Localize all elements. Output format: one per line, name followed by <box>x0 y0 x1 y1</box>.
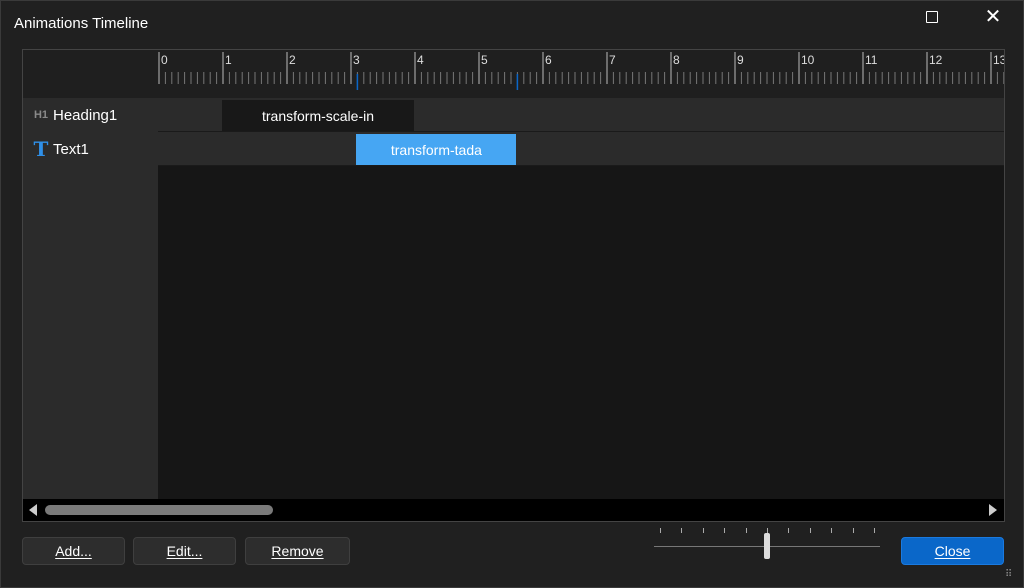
text-icon: T <box>33 137 49 161</box>
slider-tick <box>788 528 790 533</box>
close-button[interactable]: Close <box>901 537 1004 565</box>
animation-clip-transform-tada[interactable]: transform-tada <box>356 134 517 165</box>
layer-name: Text1 <box>53 140 89 158</box>
slider-tick <box>724 528 726 533</box>
timeline-tracks: transform-scale-in transform-tada <box>158 98 1004 499</box>
slider-tick <box>681 528 683 533</box>
window-title: Animations Timeline <box>14 15 149 32</box>
zoom-slider[interactable] <box>651 521 883 565</box>
slider-tick <box>809 528 811 533</box>
slider-tick <box>852 528 854 533</box>
track-row-text1: transform-tada <box>158 132 1004 166</box>
resize-grip-icon[interactable]: ⠿ <box>1005 569 1012 580</box>
ruler-label: 2 <box>289 53 296 67</box>
ruler-label: 7 <box>609 53 616 67</box>
close-icon: ✕ <box>984 6 1002 28</box>
close-window-button[interactable]: ✕ <box>970 1 1016 33</box>
ruler-label: 9 <box>737 53 744 67</box>
track-row-heading1: transform-scale-in <box>158 98 1004 132</box>
slider-tick <box>767 528 768 533</box>
maximize-icon <box>926 11 938 23</box>
title-bar: Animations Timeline ✕ <box>1 1 1023 39</box>
ruler-label: 5 <box>481 53 488 67</box>
animation-clip-transform-scale-in[interactable]: transform-scale-in <box>222 100 414 131</box>
ruler-label: 12 <box>929 53 943 67</box>
edit-button[interactable]: Edit... <box>133 537 236 565</box>
ruler-label: 6 <box>545 53 552 67</box>
ruler-label: 13 <box>993 53 1004 67</box>
timeline-panel: 012345678910111213 H1 Heading1 T Text1 t… <box>22 49 1005 522</box>
scroll-right-arrow-icon[interactable] <box>989 504 997 516</box>
heading-icon: H1 <box>33 109 49 121</box>
ruler-label: 4 <box>417 53 424 67</box>
layer-row-text1[interactable]: T Text1 <box>23 132 158 166</box>
slider-tick <box>831 528 833 533</box>
ruler-label: 8 <box>673 53 680 67</box>
slider-tick <box>745 528 747 533</box>
ruler-label: 3 <box>353 53 360 67</box>
ruler-label: 1 <box>225 53 232 67</box>
scroll-left-arrow-icon[interactable] <box>29 504 37 516</box>
slider-tick <box>874 528 875 533</box>
add-button[interactable]: Add... <box>22 537 125 565</box>
layer-name: Heading1 <box>53 106 118 124</box>
ruler-label: 10 <box>801 53 815 67</box>
time-ruler-area: 012345678910111213 <box>23 50 1004 99</box>
time-ruler[interactable]: 012345678910111213 <box>158 50 1004 98</box>
ruler-label: 0 <box>161 53 168 67</box>
slider-tick <box>702 528 704 533</box>
slider-tick <box>660 528 661 533</box>
ruler-label: 11 <box>865 53 878 67</box>
horizontal-scrollbar[interactable] <box>23 499 1004 521</box>
scrollbar-thumb[interactable] <box>45 505 273 515</box>
slider-thumb[interactable] <box>764 533 770 559</box>
layer-list: H1 Heading1 T Text1 <box>23 98 158 499</box>
layer-row-heading1[interactable]: H1 Heading1 <box>23 98 158 132</box>
animations-timeline-window: Animations Timeline ✕ 012345678910111213… <box>0 0 1024 588</box>
maximize-button[interactable] <box>909 1 955 33</box>
remove-button[interactable]: Remove <box>245 537 350 565</box>
